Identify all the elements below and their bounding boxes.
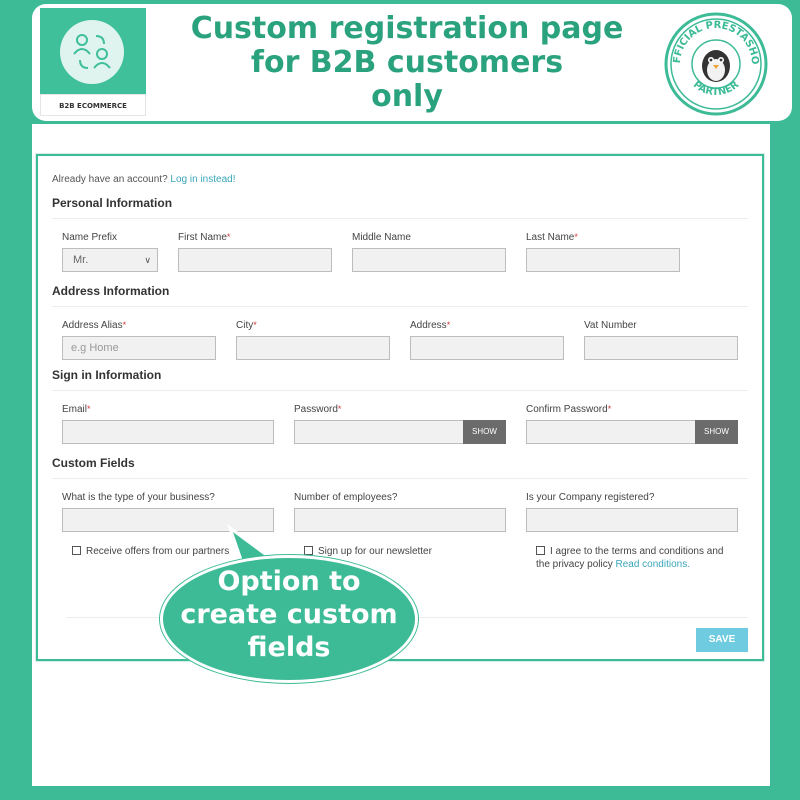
address-input[interactable] [410,336,564,360]
headline-line-3: only [371,79,443,114]
first-name-label: First Name* [178,232,231,243]
newsletter-checkbox[interactable] [304,546,313,555]
login-link[interactable]: Log in instead! [170,174,235,185]
first-name-input[interactable] [178,248,332,272]
newsletter-label: Sign up for our newsletter [318,546,432,557]
terms-checkbox-row[interactable]: I agree to the terms and conditions and … [536,545,746,571]
company-registered-input[interactable] [526,508,738,532]
section-custom-title: Custom Fields [52,456,135,470]
city-input[interactable] [236,336,390,360]
page-headline: Custom registration page for B2B custome… [172,12,642,114]
name-prefix-select[interactable]: Mr. ∨ [62,248,158,272]
confirm-password-show-button[interactable]: SHOW [695,420,738,444]
login-prompt: Already have an account? Log in instead! [52,174,235,185]
callout-line-1: Option to [217,566,361,597]
address-alias-input[interactable]: e.g Home [62,336,216,360]
section-personal-title: Personal Information [52,196,173,210]
terms-label: I agree to the terms and conditions and [550,546,724,557]
prestashop-penguin-icon [702,50,730,82]
password-show-button[interactable]: SHOW [463,420,506,444]
save-button[interactable]: SAVE [696,628,748,652]
headline-line-2: for B2B customers [250,45,564,80]
vat-number-input[interactable] [584,336,738,360]
address-label: Address* [410,320,451,331]
headline-line-1: Custom registration page [190,11,624,46]
middle-name-label: Middle Name [352,232,411,243]
name-prefix-value: Mr. [73,254,89,266]
city-label: City* [236,320,257,331]
confirm-password-label: Confirm Password* [526,404,612,415]
employees-input[interactable] [294,508,506,532]
terms-checkbox[interactable] [536,546,545,555]
employees-label: Number of employees? [294,492,398,503]
name-prefix-label: Name Prefix [62,232,118,243]
header-card: B2B ECOMMERCE Custom registration page f… [32,2,792,121]
email-label: Email* [62,404,91,415]
section-divider [52,306,748,307]
last-name-label: Last Name* [526,232,578,243]
section-address-title: Address Information [52,284,170,298]
read-conditions-link[interactable]: Read conditions. [615,559,690,570]
password-input[interactable] [294,420,464,444]
b2b-users-icon [60,20,124,84]
offers-checkbox-row[interactable]: Receive offers from our partners [72,545,229,558]
newsletter-checkbox-row[interactable]: Sign up for our newsletter [304,545,432,558]
last-name-input[interactable] [526,248,680,272]
company-registered-label: Is your Company registered? [526,492,655,503]
already-account-text: Already have an account? [52,174,168,185]
section-divider [52,390,748,391]
terms-label-continued: the privacy policy [536,559,613,570]
address-alias-placeholder: e.g Home [71,342,119,354]
chevron-down-icon: ∨ [144,255,151,265]
section-divider [52,218,748,219]
business-type-label: What is the type of your business? [62,492,215,503]
vat-number-label: Vat Number [584,320,637,331]
product-logo: B2B ECOMMERCE [40,8,146,116]
callout-text: Option to create custom fields [160,565,418,664]
address-alias-label: Address Alias* [62,320,127,331]
email-input[interactable] [62,420,274,444]
section-divider [52,478,748,479]
logo-caption: B2B ECOMMERCE [40,94,146,116]
password-label: Password* [294,404,342,415]
prestashop-partner-badge: OFFICIAL PRESTASHOP PARTNER [658,2,770,118]
offers-label: Receive offers from our partners [86,546,230,557]
section-signin-title: Sign in Information [52,368,162,382]
offers-checkbox[interactable] [72,546,81,555]
callout-line-3: fields [247,632,331,663]
middle-name-input[interactable] [352,248,506,272]
callout-line-2: create custom [180,599,398,630]
confirm-password-input[interactable] [526,420,696,444]
